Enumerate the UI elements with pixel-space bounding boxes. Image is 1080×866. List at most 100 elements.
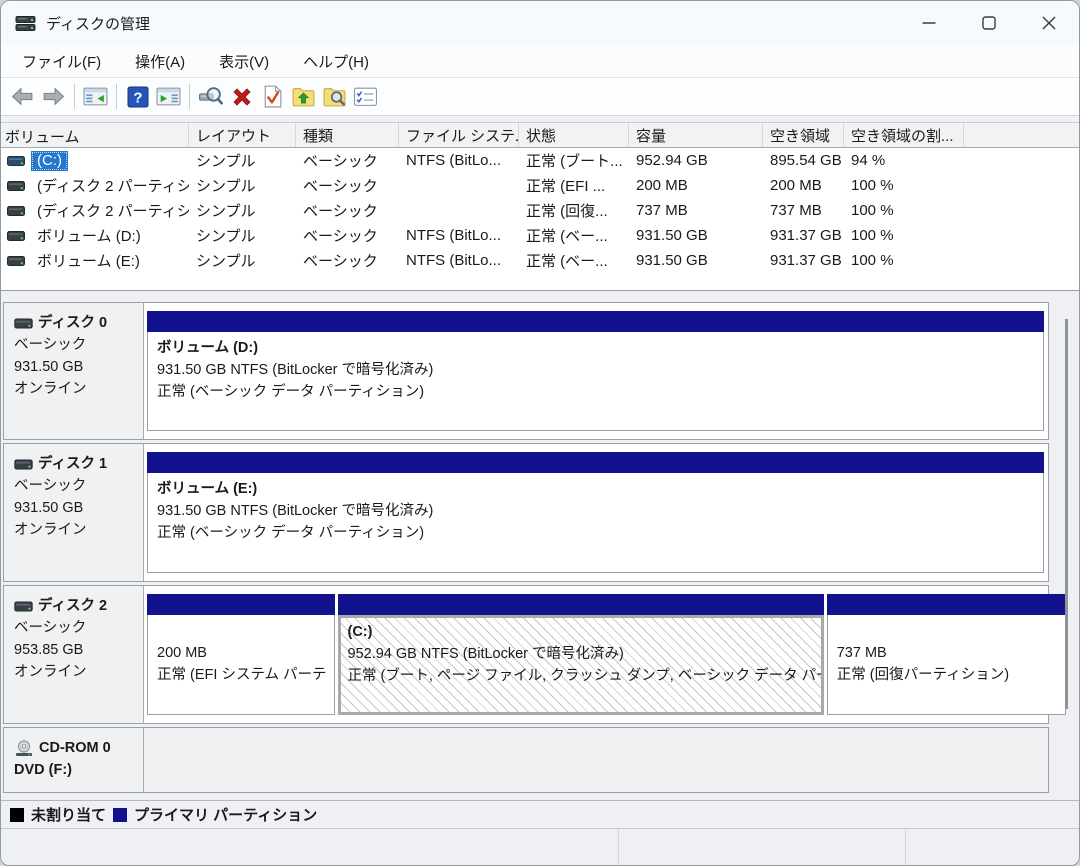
column-header-free-pct[interactable]: 空き領域の割...	[844, 123, 964, 147]
cell-type: ベーシック	[296, 200, 399, 221]
cell-free: 200 MB	[763, 177, 844, 194]
volume-icon	[7, 205, 25, 217]
volume-row-c[interactable]: (C:) シンプル ベーシック NTFS (BitLo... 正常 (ブート..…	[1, 148, 1079, 173]
volume-row-disk2-efi[interactable]: (ディスク 2 パーティシ... シンプル ベーシック 正常 (EFI ... …	[1, 173, 1079, 198]
partition-info: 931.50 GB NTFS (BitLocker で暗号化済み)	[157, 500, 1034, 522]
cell-layout: シンプル	[189, 225, 296, 246]
disk-icon	[14, 601, 33, 612]
disk-1-info-panel[interactable]: ディスク 1 ベーシック 931.50 GB オンライン	[4, 444, 144, 581]
column-header-free[interactable]: 空き領域	[763, 123, 844, 147]
column-header-capacity[interactable]: 容量	[629, 123, 763, 147]
partition-info: 952.94 GB NTFS (BitLocker で暗号化済み)	[348, 643, 814, 665]
partition-color-bar	[147, 594, 335, 615]
partition-e[interactable]: ボリューム (E:) 931.50 GB NTFS (BitLocker で暗号…	[147, 452, 1044, 573]
partition-title: ボリューム (E:)	[157, 478, 1034, 500]
disk-2-info-panel[interactable]: ディスク 2 ベーシック 953.85 GB オンライン	[4, 586, 144, 723]
back-button[interactable]	[7, 82, 38, 111]
partition-color-bar	[338, 594, 824, 615]
show-action-pane-icon	[156, 86, 181, 107]
partition-title: (C:)	[348, 621, 814, 643]
volume-icon	[7, 230, 25, 242]
column-header-layout[interactable]: レイアウト	[189, 123, 296, 147]
cell-status: 正常 (EFI ...	[519, 175, 629, 196]
help-icon: ?	[126, 85, 150, 109]
partition-recovery[interactable]: 737 MB 正常 (回復パーティション)	[827, 594, 1066, 715]
disk-type: ベーシック	[14, 334, 137, 356]
volume-row-e[interactable]: ボリューム (E:) シンプル ベーシック NTFS (BitLo... 正常 …	[1, 248, 1079, 273]
title-bar: ディスクの管理	[1, 1, 1079, 45]
cell-free: 895.54 GB	[763, 152, 844, 169]
svg-text:?: ?	[133, 89, 142, 106]
disk-0-info-panel[interactable]: ディスク 0 ベーシック 931.50 GB オンライン	[4, 303, 144, 439]
cell-capacity: 931.50 GB	[629, 227, 763, 244]
back-icon	[10, 85, 35, 108]
maximize-button[interactable]	[959, 1, 1019, 45]
disk-status: オンライン	[14, 661, 137, 683]
cell-type: ベーシック	[296, 150, 399, 171]
explore-folder-button[interactable]	[319, 82, 350, 111]
menu-help[interactable]: ヘルプ(H)	[290, 47, 382, 76]
cdrom-row: CD-ROM 0 DVD (F:)	[3, 727, 1049, 793]
volume-icon	[7, 255, 25, 267]
volume-name: (ディスク 2 パーティシ...	[31, 174, 189, 198]
status-pane-2	[619, 829, 906, 865]
column-header-volume[interactable]: ボリューム	[1, 123, 189, 147]
partition-status: 正常 (ベーシック データ パーティション)	[157, 381, 1034, 403]
menu-action[interactable]: 操作(A)	[122, 47, 198, 76]
disk-size: 931.50 GB	[14, 356, 137, 378]
volume-name: (ディスク 2 パーティシ...	[31, 199, 189, 223]
status-bar	[1, 828, 1079, 865]
partition-c-selected[interactable]: (C:) 952.94 GB NTFS (BitLocker で暗号化済み) 正…	[338, 594, 824, 715]
column-header-status[interactable]: 状態	[519, 123, 629, 147]
menu-file[interactable]: ファイル(F)	[9, 47, 114, 76]
cell-free: 737 MB	[763, 202, 844, 219]
delete-icon	[230, 85, 254, 109]
open-folder-button[interactable]	[288, 82, 319, 111]
forward-button[interactable]	[38, 82, 69, 111]
toolbar-separator	[74, 84, 75, 109]
help-button[interactable]: ?	[122, 82, 153, 111]
legend-unallocated-swatch	[10, 808, 24, 822]
volume-row-disk2-recovery[interactable]: (ディスク 2 パーティシ... シンプル ベーシック 正常 (回復... 73…	[1, 198, 1079, 223]
disk-row-0: ディスク 0 ベーシック 931.50 GB オンライン ボリューム (D:) …	[3, 302, 1049, 440]
show-console-tree-icon	[83, 86, 108, 107]
cell-type: ベーシック	[296, 175, 399, 196]
cell-status: 正常 (ブート...	[519, 150, 629, 171]
pane-splitter[interactable]	[1, 291, 1079, 300]
disk-row-1: ディスク 1 ベーシック 931.50 GB オンライン ボリューム (E:) …	[3, 443, 1049, 582]
volume-row-d[interactable]: ボリューム (D:) シンプル ベーシック NTFS (BitLo... 正常 …	[1, 223, 1079, 248]
column-header-filesystem[interactable]: ファイル システム	[399, 123, 519, 147]
minimize-button[interactable]	[899, 1, 959, 45]
cell-filesystem: NTFS (BitLo...	[399, 252, 519, 269]
column-header-type[interactable]: 種類	[296, 123, 399, 147]
partition-d[interactable]: ボリューム (D:) 931.50 GB NTFS (BitLocker で暗号…	[147, 311, 1044, 431]
properties-button[interactable]	[350, 82, 381, 111]
cell-filesystem: NTFS (BitLo...	[399, 227, 519, 244]
cdrom-info-panel[interactable]: CD-ROM 0 DVD (F:)	[4, 728, 144, 792]
partition-color-bar	[147, 452, 1044, 473]
maximize-icon	[977, 11, 1001, 35]
show-action-pane-button[interactable]	[153, 82, 184, 111]
cell-free-pct: 94 %	[844, 152, 964, 169]
volume-name: ボリューム (D:)	[31, 224, 147, 248]
toolbar-separator	[116, 84, 117, 109]
cdrom-name: CD-ROM 0	[39, 737, 111, 759]
close-button[interactable]	[1019, 1, 1079, 45]
toolbar: ?	[1, 77, 1079, 116]
volume-name: (C:)	[31, 151, 68, 171]
show-console-tree-button[interactable]	[80, 82, 111, 111]
rescan-disk-button[interactable]	[195, 82, 226, 111]
mark-active-button[interactable]	[257, 82, 288, 111]
status-pane-1	[1, 829, 619, 865]
forward-icon	[41, 85, 66, 108]
partition-info: 931.50 GB NTFS (BitLocker で暗号化済み)	[157, 359, 1034, 381]
vertical-scrollbar-thumb[interactable]	[1065, 319, 1068, 709]
cell-free-pct: 100 %	[844, 252, 964, 269]
menu-view[interactable]: 表示(V)	[206, 47, 282, 76]
window-title: ディスクの管理	[46, 13, 150, 34]
delete-button[interactable]	[226, 82, 257, 111]
rescan-disk-icon	[198, 84, 223, 109]
partition-efi-system[interactable]: 200 MB 正常 (EFI システム パーテ	[147, 594, 335, 715]
disk-icon	[14, 318, 33, 329]
cell-capacity: 737 MB	[629, 202, 763, 219]
